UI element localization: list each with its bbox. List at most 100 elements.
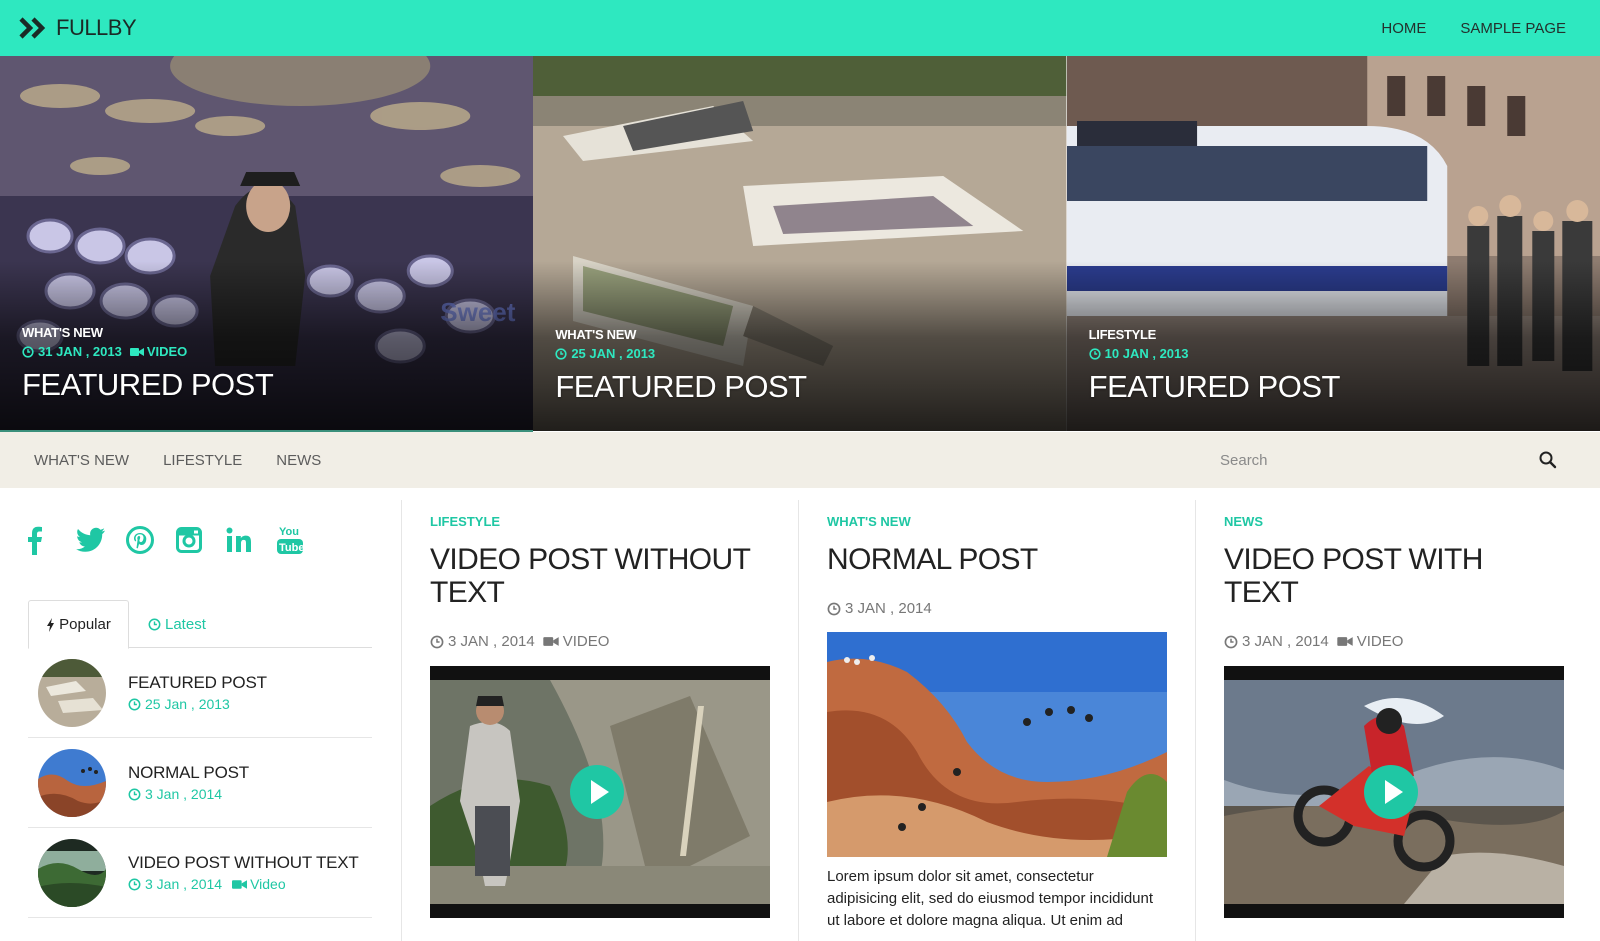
- slide-category[interactable]: LIFESTYLE: [1089, 327, 1340, 342]
- slide-meta: 25 JAN , 2013: [555, 346, 806, 361]
- post-format-label: VIDEO: [562, 633, 610, 650]
- post-title[interactable]: VIDEO POST WITHOUT TEXT: [128, 853, 359, 873]
- social-links: You Tube: [26, 520, 326, 560]
- featured-slider: Sweet WHAT'S NEW 31 JAN , 2013 VIDEO FEA…: [0, 56, 1600, 431]
- slide-date: 10 JAN , 2013: [1104, 346, 1189, 361]
- slide-category[interactable]: WHAT'S NEW: [555, 327, 806, 342]
- clock-icon: [22, 345, 34, 358]
- clock-icon: [128, 878, 141, 891]
- logo-text: FULLBY: [56, 15, 137, 40]
- clock-icon: [128, 698, 141, 711]
- svg-text:Tube: Tube: [279, 542, 304, 554]
- nav-home[interactable]: HOME: [1381, 20, 1426, 37]
- post-format: VIDEO: [1337, 633, 1404, 650]
- slide-format-label: VIDEO: [146, 344, 188, 359]
- slide-caption: LIFESTYLE 10 JAN , 2013 FEATURED POST: [1089, 327, 1341, 405]
- post-title[interactable]: NORMAL POST: [827, 543, 1167, 576]
- post-date: 3 JAN , 2014: [448, 633, 535, 650]
- pinterest-icon[interactable]: [126, 520, 176, 560]
- search-icon[interactable]: [1536, 448, 1560, 472]
- post-format-label: VIDEO: [1356, 633, 1404, 650]
- video-camera-icon: [543, 637, 559, 646]
- category-nav: WHAT'S NEW LIFESTYLE NEWS: [0, 432, 1600, 488]
- video-camera-icon: [129, 347, 144, 356]
- video-player[interactable]: [430, 666, 770, 918]
- post-thumbnail[interactable]: [38, 748, 106, 817]
- clock-icon: [555, 347, 567, 360]
- slide-caption: WHAT'S NEW 25 JAN , 2013 FEATURED POST: [555, 327, 807, 405]
- featured-slide[interactable]: LIFESTYLE 10 JAN , 2013 FEATURED POST: [1066, 56, 1600, 431]
- post-category[interactable]: LIFESTYLE: [430, 514, 500, 529]
- post-text: FEATURED POST 25 Jan , 2013: [128, 673, 267, 712]
- post-title[interactable]: FEATURED POST: [128, 673, 267, 693]
- popular-post-list: FEATURED POST 25 Jan , 2013 NORMAL POST …: [28, 648, 372, 918]
- slide-format: VIDEO: [129, 344, 188, 359]
- instagram-icon[interactable]: [176, 520, 226, 560]
- post-meta: 3 Jan , 2014: [128, 786, 249, 802]
- slide-category[interactable]: WHAT'S NEW: [22, 325, 273, 340]
- sidebar-tabs: Popular Latest: [28, 600, 372, 649]
- tab-popular[interactable]: Popular: [28, 600, 129, 649]
- tab-latest-label: Latest: [165, 615, 206, 633]
- linkedin-icon[interactable]: [226, 520, 276, 560]
- post-date: 3 Jan , 2014: [145, 876, 223, 892]
- double-chevron-icon: [19, 17, 46, 39]
- tab-latest[interactable]: Latest: [148, 600, 206, 648]
- svg-text:You: You: [279, 526, 299, 538]
- post-meta: 3 JAN , 2014 VIDEO: [1224, 633, 1403, 650]
- post-title[interactable]: VIDEO POST WITH TEXT: [1224, 543, 1564, 609]
- lightning-icon: [46, 617, 55, 632]
- main-nav: HOME SAMPLE PAGE: [1347, 0, 1566, 56]
- clock-icon: [1089, 347, 1101, 360]
- list-item[interactable]: FEATURED POST 25 Jan , 2013: [28, 648, 372, 738]
- video-player[interactable]: [1224, 666, 1564, 918]
- post-category[interactable]: WHAT'S NEW: [827, 514, 911, 529]
- clock-icon: [430, 635, 444, 649]
- column-divider: [1195, 500, 1196, 941]
- slide-title[interactable]: FEATURED POST: [22, 367, 274, 403]
- site-logo[interactable]: FULLBY: [18, 14, 137, 42]
- post-text: NORMAL POST 3 Jan , 2014: [128, 763, 249, 802]
- column-divider: [401, 500, 402, 941]
- clock-icon: [1224, 635, 1238, 649]
- post-category[interactable]: NEWS: [1224, 514, 1263, 529]
- twitter-icon[interactable]: [76, 520, 126, 560]
- slide-meta: 31 JAN , 2013 VIDEO: [22, 344, 273, 359]
- list-item[interactable]: VIDEO POST WITHOUT TEXT 3 Jan , 2014 Vid…: [28, 828, 372, 918]
- play-button[interactable]: [570, 765, 624, 819]
- tab-popular-label: Popular: [59, 616, 111, 633]
- youtube-icon[interactable]: You Tube: [276, 520, 326, 560]
- post-thumbnail[interactable]: [38, 658, 106, 727]
- slide-title[interactable]: FEATURED POST: [555, 369, 807, 405]
- post-date: 3 JAN , 2014: [1242, 633, 1329, 650]
- post-format: Video: [232, 876, 286, 892]
- featured-slide[interactable]: Sweet WHAT'S NEW 31 JAN , 2013 VIDEO FEA…: [0, 56, 534, 431]
- facebook-icon[interactable]: [26, 520, 76, 560]
- post-format: VIDEO: [543, 633, 610, 650]
- slide-date: 31 JAN , 2013: [38, 344, 122, 359]
- post-date: 3 Jan , 2014: [145, 786, 223, 802]
- nav-sample-page[interactable]: SAMPLE PAGE: [1460, 20, 1566, 37]
- post-title[interactable]: VIDEO POST WITHOUT TEXT: [430, 543, 770, 609]
- clock-icon: [148, 618, 161, 631]
- post-text: VIDEO POST WITHOUT TEXT 3 Jan , 2014 Vid…: [128, 853, 359, 892]
- post-image[interactable]: [827, 632, 1167, 857]
- list-item[interactable]: NORMAL POST 3 Jan , 2014: [28, 738, 372, 828]
- play-button[interactable]: [1364, 765, 1418, 819]
- category-links: WHAT'S NEW LIFESTYLE NEWS: [34, 432, 355, 488]
- post-thumbnail[interactable]: [38, 838, 106, 907]
- search-form: [1220, 442, 1560, 478]
- slide-meta: 10 JAN , 2013: [1089, 346, 1340, 361]
- post-date: 3 JAN , 2014: [845, 600, 932, 617]
- slide-title[interactable]: FEATURED POST: [1089, 369, 1341, 405]
- top-bar: FULLBY HOME SAMPLE PAGE: [0, 0, 1600, 56]
- sidebar: You Tube Popular Latest FEATURED POST 25…: [0, 488, 402, 941]
- clock-icon: [128, 788, 141, 801]
- search-input[interactable]: [1220, 442, 1500, 478]
- category-link-whats-new[interactable]: WHAT'S NEW: [34, 452, 129, 469]
- category-link-lifestyle[interactable]: LIFESTYLE: [163, 452, 242, 469]
- post-title[interactable]: NORMAL POST: [128, 763, 249, 783]
- featured-slide[interactable]: WHAT'S NEW 25 JAN , 2013 FEATURED POST: [533, 56, 1067, 431]
- slide-date: 25 JAN , 2013: [571, 346, 656, 361]
- category-link-news[interactable]: NEWS: [276, 452, 321, 469]
